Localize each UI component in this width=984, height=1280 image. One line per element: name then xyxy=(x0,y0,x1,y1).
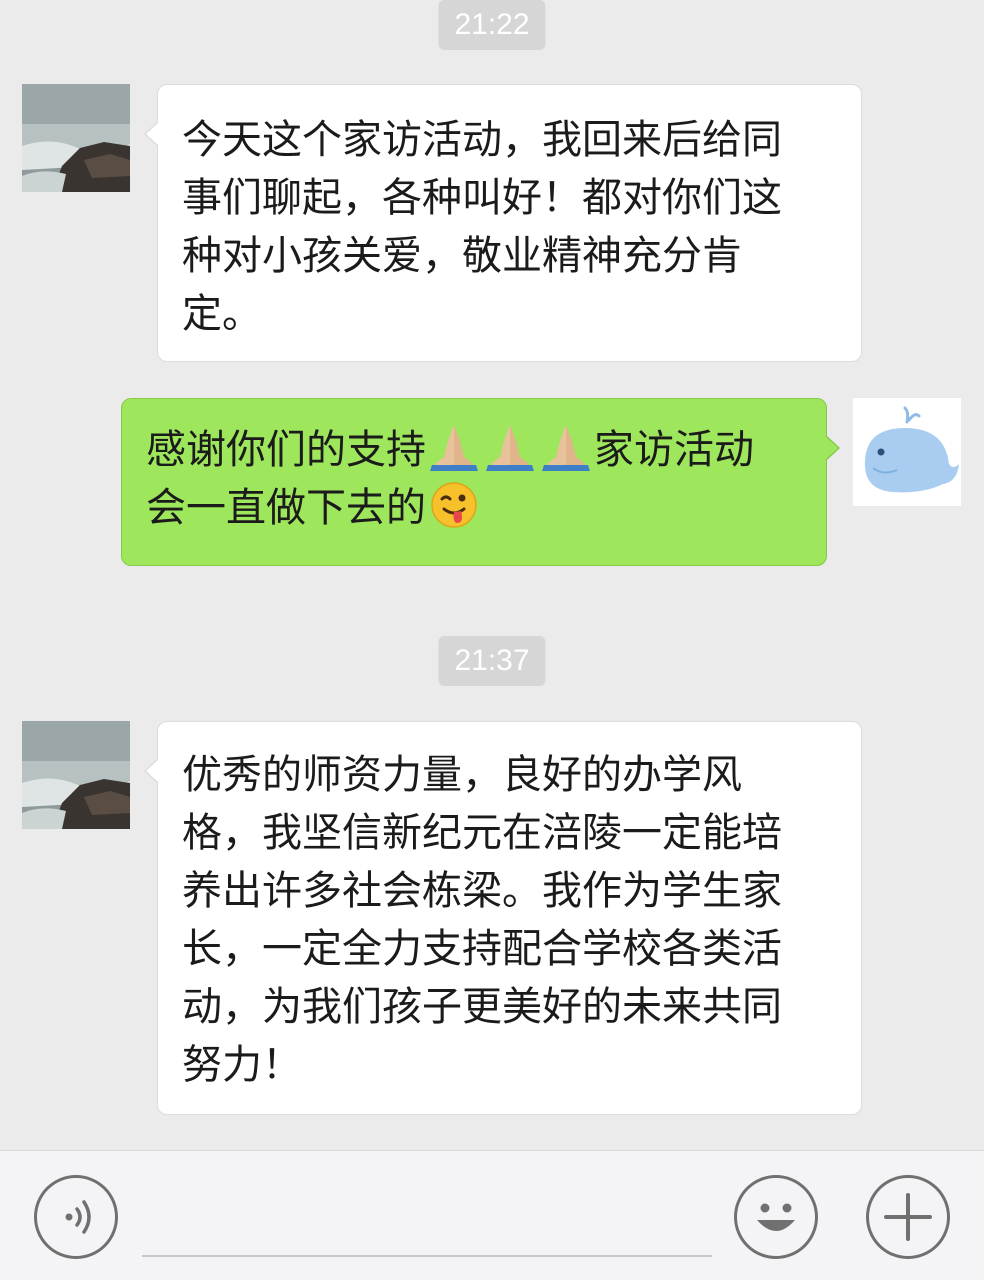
message-line: 努力！ xyxy=(182,1042,302,1088)
message-text: 感谢你们的支持 xyxy=(146,427,426,473)
folded-hands-icon xyxy=(426,421,482,471)
my-avatar[interactable] xyxy=(853,398,961,506)
timestamp: 21:37 xyxy=(438,636,546,686)
more-button[interactable] xyxy=(866,1175,950,1259)
message-text: 家访活动 xyxy=(594,427,754,473)
voice-input-icon xyxy=(65,1200,91,1234)
folded-hands-icon xyxy=(482,421,538,471)
message-input[interactable] xyxy=(142,1201,712,1257)
incoming-message[interactable]: 今天这个家访活动，我回来后给同 事们聊起，各种叫好！都对你们这 种对小孩关爱，敬… xyxy=(144,84,862,362)
message-line: 事们聊起，各种叫好！都对你们这 xyxy=(182,175,782,221)
contact-avatar[interactable] xyxy=(22,84,130,192)
incoming-message[interactable]: 优秀的师资力量，良好的办学风 格，我坚信新纪元在涪陵一定能培 养出许多社会栋梁。… xyxy=(144,721,862,1115)
outgoing-message[interactable]: 感谢你们的支持 家访活动 会一直做下去的 xyxy=(121,398,840,566)
message-line: 养出许多社会栋梁。我作为学生家 xyxy=(182,868,782,914)
message-line: 今天这个家访活动，我回来后给同 xyxy=(182,117,782,163)
contact-avatar[interactable] xyxy=(22,721,130,829)
message-text: 会一直做下去的 xyxy=(146,485,426,531)
input-bar xyxy=(0,1150,984,1280)
folded-hands-icon xyxy=(538,421,594,471)
voice-input-button[interactable] xyxy=(34,1175,118,1259)
message-line: 感谢你们的支持 家访活动 xyxy=(146,421,806,479)
message-line: 格，我坚信新纪元在涪陵一定能培 xyxy=(182,810,782,856)
timestamp: 21:22 xyxy=(438,0,546,50)
message-line: 种对小孩关爱，敬业精神充分肯 xyxy=(182,233,742,279)
message-line: 长，一定全力支持配合学校各类活 xyxy=(182,926,782,972)
message-line: 动，为我们孩子更美好的未来共同 xyxy=(182,984,782,1030)
chat-area[interactable]: 21:22 今天这个家访活动，我回来后给同 事们聊起，各种叫好！都对你们这 种对… xyxy=(0,0,984,1150)
message-line: 会一直做下去的 xyxy=(146,479,806,537)
message-line: 定。 xyxy=(182,291,262,337)
winking-tongue-face-icon xyxy=(430,481,478,529)
emoji-smiley-icon xyxy=(757,1203,795,1231)
plus-icon xyxy=(884,1193,932,1241)
message-line: 优秀的师资力量，良好的办学风 xyxy=(182,752,742,798)
emoji-button[interactable] xyxy=(734,1175,818,1259)
